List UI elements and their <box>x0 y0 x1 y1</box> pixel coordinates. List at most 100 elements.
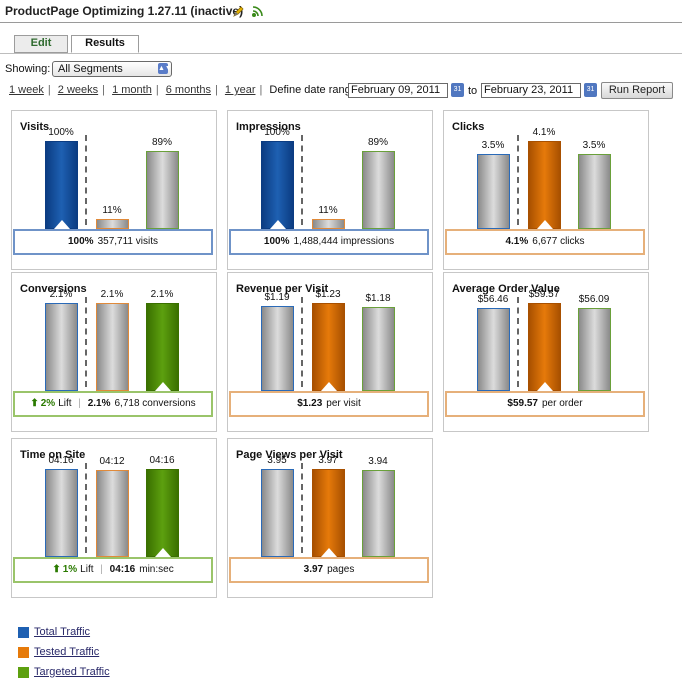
baseline-divider <box>85 463 87 553</box>
metric-bar-plot: 04:16 04:12 04:16 <box>12 439 216 557</box>
bar-pointer <box>537 382 553 391</box>
bar-targeted <box>362 307 395 391</box>
bar-total <box>45 141 78 229</box>
calendar-icon[interactable]: 31 <box>451 83 464 97</box>
bar-label-total: 04:16 <box>48 455 74 466</box>
bar-targeted <box>146 303 179 391</box>
metric-card: Revenue per Visit $1.19 $1.23 $1.18 $1.23 per… <box>227 272 433 432</box>
range-link-6-months[interactable]: 6 months <box>166 84 211 96</box>
baseline-divider <box>517 297 519 387</box>
bar-label-total: 3.5% <box>481 140 505 151</box>
metric-bar-plot: $56.46 $59.57 $56.09 <box>444 273 648 391</box>
summary-text: per order <box>542 398 583 409</box>
metric-bar-plot: 3.5% 4.1% 3.5% <box>444 111 648 229</box>
bar-total <box>261 141 294 229</box>
bar-tested <box>312 219 345 229</box>
metric-bar-plot: 3.95 3.97 3.94 <box>228 439 432 557</box>
bar-label-tested: 04:12 <box>99 456 125 467</box>
lift-indicator: ⬆ 2% Lift <box>30 398 71 409</box>
bar-label-targeted: 04:16 <box>149 455 175 466</box>
bar-pointer <box>155 382 171 391</box>
summary-value: 3.97 <box>303 564 324 575</box>
metric-bar-plot: 100% 11% 89% <box>228 111 432 229</box>
legend-link-tested[interactable]: Tested Traffic <box>34 646 99 658</box>
range-link-1-year[interactable]: 1 year <box>225 84 256 96</box>
range-link-1-month[interactable]: 1 month <box>112 84 152 96</box>
legend-link-targeted[interactable]: Targeted Traffic <box>34 666 110 678</box>
tab-bar: Edit Results <box>0 33 682 54</box>
metric-summary: 3.97 pages <box>229 557 429 583</box>
up-arrow-icon: ⬆ <box>30 398 39 409</box>
metric-summary: $59.57 per order <box>445 391 645 417</box>
metric-card: Average Order Value $56.46 $59.57 $56.09 $59… <box>443 272 649 432</box>
bar-tested <box>312 303 345 391</box>
bar-label-targeted: 89% <box>367 137 388 148</box>
summary-value: $59.57 <box>507 398 538 409</box>
baseline-divider <box>301 297 303 387</box>
date-range-bar: 1 week | 2 weeks | 1 month | 6 months | 1 ye… <box>9 84 357 96</box>
baseline-divider <box>517 135 519 225</box>
metric-summary: 4.1% 6,677 clicks <box>445 229 645 255</box>
legend-item-tested: Tested Traffic <box>18 646 99 658</box>
tab-edit[interactable]: Edit <box>14 35 68 53</box>
legend-item-total: Total Traffic <box>18 626 90 638</box>
title-icons <box>232 5 267 18</box>
bar-label-targeted: 3.5% <box>582 140 606 151</box>
run-report-button[interactable]: Run Report <box>601 82 673 99</box>
page-title: ProductPage Optimizing 1.27.11 (inactive… <box>5 4 244 18</box>
baseline-divider <box>301 135 303 225</box>
bar-pointer <box>155 548 171 557</box>
bar-label-tested: 3.97 <box>318 455 338 466</box>
bar-total <box>261 469 294 557</box>
lift-value: 2% <box>40 398 56 409</box>
metric-summary: ⬆ 2% Lift | 2.1% 6,718 conversions <box>13 391 213 417</box>
bar-label-total: 3.95 <box>267 455 287 466</box>
bar-tested <box>528 141 561 229</box>
bar-tested <box>96 219 129 229</box>
metric-card: Page Views per Visit 3.95 3.97 3.94 3.97 page… <box>227 438 433 598</box>
metric-card: Conversions 2.1% 2.1% 2.1% ⬆ 2% Lift | 2.1% 6,7… <box>11 272 217 432</box>
bar-targeted <box>362 470 395 557</box>
bar-label-total: $1.19 <box>264 292 290 303</box>
bar-tested <box>528 303 561 391</box>
metric-bar-plot: 100% 11% 89% <box>12 111 216 229</box>
range-link-2-weeks[interactable]: 2 weeks <box>58 84 98 96</box>
summary-value: 2.1% <box>87 398 111 409</box>
bar-label-tested: 4.1% <box>532 127 556 138</box>
bar-targeted <box>146 469 179 557</box>
summary-text: pages <box>327 564 355 575</box>
summary-text: min:sec <box>139 564 174 575</box>
to-label: to <box>468 85 478 97</box>
lift-value: 1% <box>62 564 78 575</box>
bar-pointer <box>537 220 553 229</box>
bar-pointer <box>270 220 286 229</box>
summary-text: 1,488,444 impressions <box>293 236 395 247</box>
summary-separator: | <box>97 564 106 575</box>
bar-label-targeted: 3.94 <box>368 456 388 467</box>
bar-label-targeted: $1.18 <box>365 293 391 304</box>
summary-value: 04:16 <box>109 564 136 575</box>
edit-icon[interactable] <box>232 5 245 18</box>
summary-separator: | <box>75 398 84 409</box>
bar-label-tested: 11% <box>102 205 122 216</box>
calendar-icon[interactable]: 31 <box>584 83 597 97</box>
showing-label: Showing: <box>5 63 51 75</box>
activate-icon[interactable] <box>251 5 264 18</box>
end-date-input[interactable]: February 23, 2011 <box>481 83 581 98</box>
metric-summary: ⬆ 1% Lift | 04:16 min:sec <box>13 557 213 583</box>
legend-link-total[interactable]: Total Traffic <box>34 626 90 638</box>
bar-label-targeted: $56.09 <box>578 294 610 305</box>
segment-select[interactable]: All Segments ▲▼ <box>52 61 172 77</box>
range-link-1-week[interactable]: 1 week <box>9 84 44 96</box>
baseline-divider <box>85 135 87 225</box>
metric-card: Clicks 3.5% 4.1% 3.5% 4.1% 6,677 clicks <box>443 110 649 270</box>
summary-text: 6,718 conversions <box>114 398 196 409</box>
baseline-divider <box>85 297 87 387</box>
summary-value: 100% <box>68 236 94 247</box>
bar-total <box>477 308 510 391</box>
bar-label-total: 2.1% <box>49 289 73 300</box>
bar-tested <box>312 469 345 557</box>
summary-value: 100% <box>263 236 290 247</box>
start-date-input[interactable]: February 09, 2011 <box>348 83 448 98</box>
tab-results[interactable]: Results <box>71 35 139 53</box>
